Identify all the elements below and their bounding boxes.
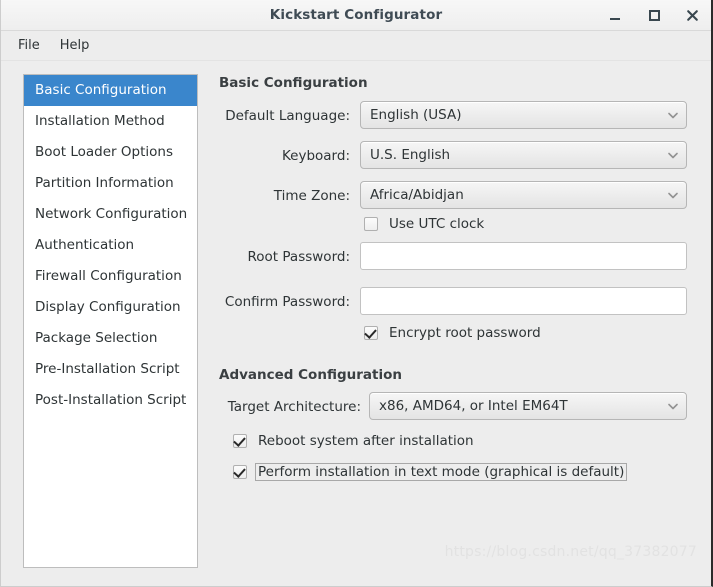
chevron-down-icon (666, 188, 680, 202)
text-mode-install-label: Perform installation in text mode (graph… (255, 463, 628, 481)
menu-item-help[interactable]: Help (53, 35, 97, 56)
chevron-down-icon (666, 399, 680, 413)
advanced-configuration-heading: Advanced Configuration (219, 367, 402, 383)
time-zone-dropdown[interactable]: Africa/Abidjan (360, 181, 687, 209)
default-language-value: English (USA) (370, 107, 462, 123)
keyboard-label: Keyboard: (281, 148, 350, 164)
encrypt-root-password-row[interactable]: Encrypt root password (364, 324, 544, 342)
window-title: Kickstart Configurator (269, 7, 443, 23)
menu-item-file[interactable]: File (11, 35, 47, 56)
settings-pane: Basic Configuration Default Language: En… (219, 61, 705, 586)
root-password-field[interactable] (360, 242, 687, 270)
default-language-label: Default Language: (225, 108, 350, 124)
minimize-icon[interactable] (605, 4, 627, 26)
sidebar-item-post-installation-script[interactable]: Post-Installation Script (24, 385, 197, 416)
encrypt-root-password-label: Encrypt root password (389, 325, 541, 341)
application-window: Kickstart Configurator File Help Basic C… (0, 0, 713, 587)
use-utc-clock-row[interactable]: Use UTC clock (364, 215, 487, 233)
encrypt-root-password-checkbox[interactable] (364, 326, 378, 340)
title-bar: Kickstart Configurator (1, 0, 711, 31)
maximize-icon[interactable] (643, 4, 665, 26)
keyboard-value: U.S. English (370, 147, 451, 163)
reboot-after-install-row[interactable]: Reboot system after installation (233, 432, 477, 450)
chevron-down-icon (666, 148, 680, 162)
use-utc-clock-label: Use UTC clock (389, 216, 485, 232)
sidebar-item-basic-configuration[interactable]: Basic Configuration (24, 75, 197, 106)
keyboard-dropdown[interactable]: U.S. English (360, 141, 687, 169)
confirm-password-label: Confirm Password: (224, 294, 350, 310)
target-architecture-dropdown[interactable]: x86, AMD64, or Intel EM64T (369, 392, 687, 420)
sidebar-item-boot-loader-options[interactable]: Boot Loader Options (24, 137, 197, 168)
content-area: Basic Configuration Installation Method … (1, 61, 711, 586)
sidebar-item-display-configuration[interactable]: Display Configuration (24, 292, 197, 323)
close-icon[interactable] (681, 4, 703, 26)
use-utc-clock-checkbox[interactable] (364, 217, 378, 231)
target-architecture-label: Target Architecture: (227, 399, 361, 415)
reboot-after-install-label: Reboot system after installation (258, 433, 474, 449)
reboot-after-install-checkbox[interactable] (233, 434, 247, 448)
target-architecture-value: x86, AMD64, or Intel EM64T (379, 398, 568, 414)
root-password-label: Root Password: (247, 249, 350, 265)
section-list[interactable]: Basic Configuration Installation Method … (23, 74, 198, 568)
window-controls (605, 0, 703, 30)
menu-bar: File Help (1, 31, 711, 61)
sidebar-item-authentication[interactable]: Authentication (24, 230, 197, 261)
sidebar-item-partition-information[interactable]: Partition Information (24, 168, 197, 199)
default-language-dropdown[interactable]: English (USA) (360, 101, 687, 129)
time-zone-label: Time Zone: (273, 188, 350, 204)
sidebar-item-package-selection[interactable]: Package Selection (24, 323, 197, 354)
confirm-password-field[interactable] (360, 287, 687, 315)
basic-configuration-heading: Basic Configuration (219, 75, 368, 91)
sidebar-item-pre-installation-script[interactable]: Pre-Installation Script (24, 354, 197, 385)
text-mode-install-row[interactable]: Perform installation in text mode (graph… (233, 463, 628, 481)
sidebar-item-firewall-configuration[interactable]: Firewall Configuration (24, 261, 197, 292)
time-zone-value: Africa/Abidjan (370, 187, 464, 203)
chevron-down-icon (666, 108, 680, 122)
sidebar-item-installation-method[interactable]: Installation Method (24, 106, 197, 137)
text-mode-install-checkbox[interactable] (233, 465, 247, 479)
sidebar-item-network-configuration[interactable]: Network Configuration (24, 199, 197, 230)
